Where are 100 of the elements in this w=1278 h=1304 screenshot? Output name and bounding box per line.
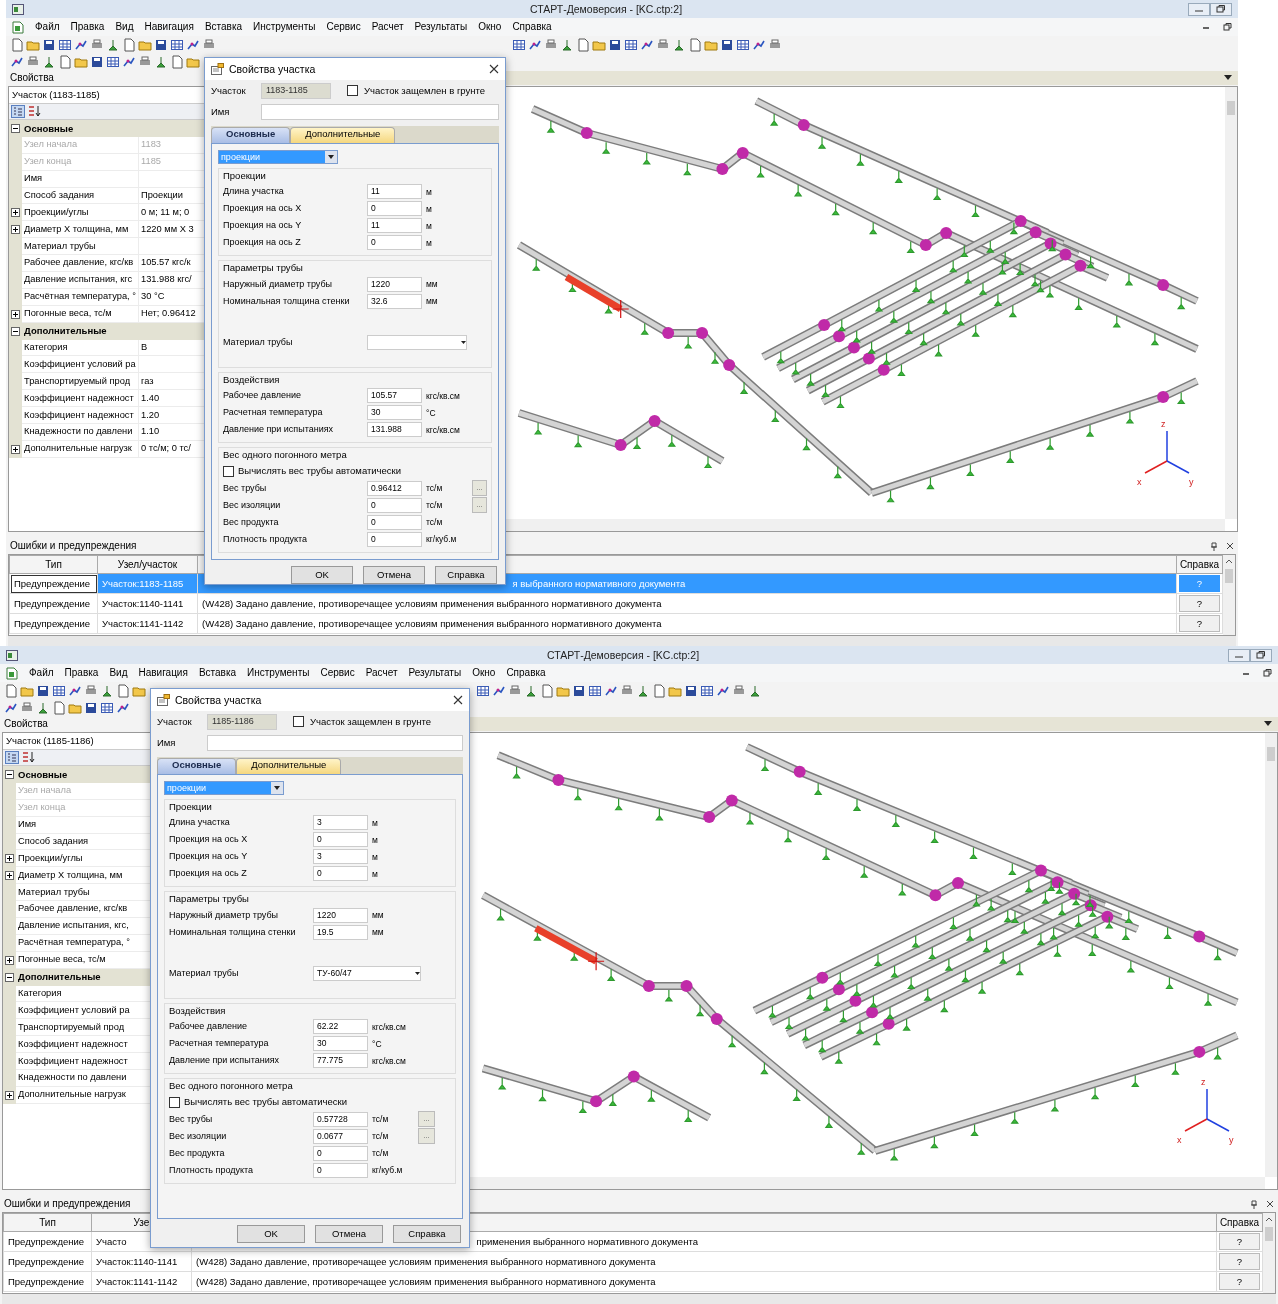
page-icon[interactable] [52,700,66,715]
input-field[interactable]: 0.0677 [313,1128,368,1144]
group-header[interactable]: Основные [22,120,205,137]
menu-item[interactable]: Вид [109,667,128,679]
page-icon[interactable] [576,37,590,52]
input-field[interactable]: 0 [367,514,422,530]
horizontal-scrollbar[interactable] [8,636,1236,646]
expand-icon[interactable] [11,208,20,218]
page-icon[interactable] [540,683,554,698]
grid-icon[interactable] [736,37,750,52]
menu-item[interactable]: Сервис [320,667,355,679]
browse-button[interactable]: ... [418,1128,435,1145]
menu-item[interactable]: Навигация [138,667,188,679]
browse-button[interactable]: ... [418,1111,435,1128]
dialog-button[interactable]: OK [237,1225,305,1243]
grid-icon[interactable] [476,683,490,698]
close-icon[interactable] [1266,1200,1274,1208]
browse-button[interactable]: ... [472,480,487,497]
menu-item[interactable]: Результаты [408,667,462,679]
input-field[interactable]: 0 [367,235,422,251]
tab[interactable]: Дополнительные [290,127,396,143]
input-field[interactable]: 30 [313,1036,368,1052]
page-icon[interactable] [688,37,702,52]
input-field[interactable]: 1220 [313,907,368,923]
input-field[interactable]: 131.988 [367,422,422,438]
grid-icon[interactable] [700,683,714,698]
support-icon[interactable] [154,54,168,69]
grid-icon[interactable] [512,37,526,52]
expand-icon[interactable] [11,444,20,454]
close-icon[interactable] [1226,542,1234,550]
dropdown-icon[interactable] [1264,721,1272,727]
collapse-icon[interactable] [11,123,20,133]
column-header[interactable]: Справка [1176,555,1223,574]
menu-item[interactable]: Результаты [414,21,468,33]
input-field[interactable]: 32.6 [367,293,422,309]
support-icon[interactable] [560,37,574,52]
grid-icon[interactable] [588,683,602,698]
menu-item[interactable]: Справка [506,667,546,679]
grid-icon[interactable] [100,700,114,715]
grid-icon[interactable] [52,683,66,698]
scroll-thumb[interactable] [1225,569,1233,583]
menu-item[interactable]: Файл [29,667,54,679]
dialog-button[interactable]: Справка [435,565,497,584]
checkbox[interactable] [293,716,304,727]
column-header[interactable]: Тип [9,555,98,574]
help-button[interactable]: ? [1179,595,1220,612]
support-icon[interactable] [636,683,650,698]
dropdown-icon[interactable] [1224,75,1232,81]
menu-item[interactable]: Вставка [198,667,237,679]
support-icon[interactable] [672,37,686,52]
menu-item[interactable]: Вставка [204,21,243,33]
help-button[interactable]: ? [1219,1233,1260,1250]
input-field[interactable]: 19.5 [313,924,368,940]
dialog-button[interactable]: Отмена [363,565,425,584]
pin-icon[interactable] [1210,541,1218,551]
page-icon[interactable] [122,37,136,52]
input-field[interactable]: 105.57 [367,388,422,404]
restore-icon[interactable] [1250,648,1272,662]
checkbox[interactable] [223,465,234,477]
column-header[interactable]: Справка [1216,1213,1263,1232]
grid-icon[interactable] [624,37,638,52]
input-field[interactable]: 0 [313,832,368,848]
expand-icon[interactable] [11,309,20,319]
vertical-scrollbar[interactable] [1223,555,1235,635]
help-button[interactable]: ? [1219,1273,1260,1290]
input-field[interactable]: 0 [313,1145,368,1161]
scroll-thumb[interactable] [1227,101,1235,115]
name-field[interactable] [261,103,499,120]
input-field[interactable]: 0.96412 [367,480,422,496]
grid-icon[interactable] [58,37,72,52]
sort-icon[interactable] [21,751,35,764]
vertical-scrollbar[interactable] [1263,1213,1275,1293]
input-field[interactable]: 0 [313,866,368,882]
page-icon[interactable] [170,54,184,69]
tab[interactable]: Основные [157,758,237,774]
input-field[interactable]: 30 [367,405,422,421]
close-icon[interactable] [453,695,463,705]
column-header[interactable]: Узел/участок [97,555,198,574]
page-icon[interactable] [652,683,666,698]
menu-item[interactable]: Правка [64,667,99,679]
expand-icon[interactable] [5,1090,14,1100]
column-header[interactable]: Тип [3,1213,92,1232]
scroll-thumb[interactable] [1267,747,1275,761]
input-field[interactable]: 0 [313,1162,368,1178]
horizontal-scrollbar[interactable] [2,1294,1276,1304]
dialog-button[interactable]: Отмена [315,1225,383,1243]
page-icon[interactable] [4,683,18,698]
expand-icon[interactable] [5,854,14,864]
support-icon[interactable] [42,54,56,69]
name-field[interactable] [207,734,463,751]
input-field[interactable]: 77.775 [313,1053,368,1069]
input-field[interactable]: 11 [367,218,422,234]
tab[interactable]: Основные [211,127,291,143]
menu-item[interactable]: Сервис [326,21,361,33]
input-field[interactable]: 3 [313,815,368,831]
menu-item[interactable]: Инструменты [253,21,316,33]
input-field[interactable]: 0 [367,201,422,217]
checkbox[interactable] [169,1096,180,1108]
dialog-button[interactable]: OK [291,565,353,584]
input-field[interactable]: 11 [367,184,422,200]
